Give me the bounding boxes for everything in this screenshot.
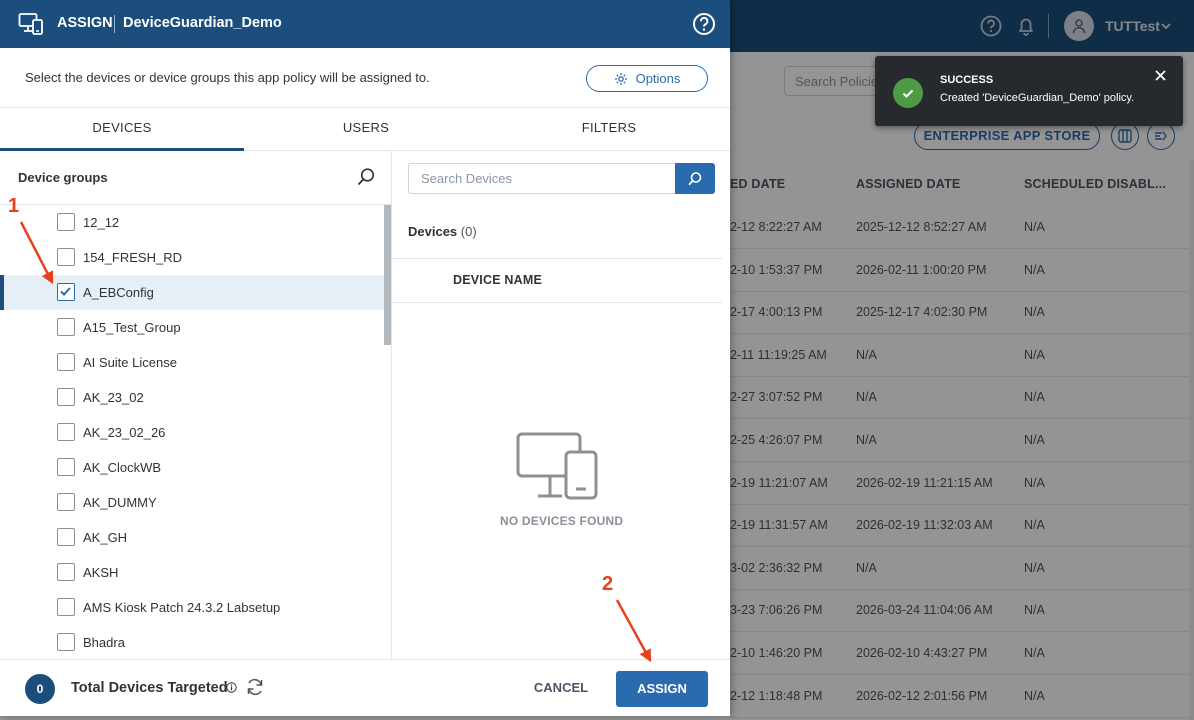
group-label: AK_GH	[83, 530, 128, 545]
list-item[interactable]: AK_DUMMY	[0, 485, 384, 520]
tab-devices[interactable]: DEVICES	[0, 108, 244, 151]
list-item[interactable]: AK_23_02	[0, 380, 384, 415]
search-devices-input[interactable]: Search Devices	[408, 163, 676, 194]
help-icon[interactable]	[692, 12, 716, 36]
group-checkbox[interactable]	[57, 353, 75, 371]
gear-icon	[614, 72, 627, 85]
group-label: AK_ClockWB	[83, 460, 162, 475]
group-checkbox[interactable]	[57, 563, 75, 581]
group-checkbox[interactable]	[57, 248, 75, 266]
options-label: Options	[635, 71, 681, 86]
group-checkbox[interactable]	[57, 633, 75, 651]
total-count-badge: 0	[25, 674, 55, 704]
modal-title: ASSIGN	[57, 15, 113, 31]
group-label: A_EBConfig	[83, 285, 154, 300]
list-item[interactable]: AKSH	[0, 555, 384, 590]
title-separator	[114, 15, 115, 33]
modal-header: ASSIGN DeviceGuardian_Demo	[0, 0, 730, 48]
assign-button[interactable]: ASSIGN	[616, 671, 708, 707]
assign-tabs: DEVICES USERS FILTERS	[0, 107, 730, 151]
info-icon[interactable]	[226, 682, 237, 693]
group-label: 12_12	[83, 215, 120, 230]
toast-close-button[interactable]	[1155, 68, 1166, 86]
group-checkbox[interactable]	[57, 283, 75, 301]
list-item[interactable]: 154_FRESH_RD	[0, 240, 384, 275]
no-devices-icon	[516, 432, 598, 500]
toast-message: Created 'DeviceGuardian_Demo' policy.	[940, 92, 1135, 104]
close-icon	[1155, 70, 1166, 81]
list-item[interactable]: A_EBConfig	[0, 275, 384, 310]
tab-filters[interactable]: FILTERS	[488, 108, 730, 151]
group-label: AK_DUMMY	[83, 495, 157, 510]
search-devices-button[interactable]	[675, 163, 715, 194]
success-icon	[893, 78, 923, 108]
list-item[interactable]: AI Suite License	[0, 345, 384, 380]
annotation-1-label: 1	[8, 195, 20, 217]
total-devices-label: Total Devices Targeted	[71, 680, 228, 696]
group-checkbox[interactable]	[57, 318, 75, 336]
group-checkbox[interactable]	[57, 598, 75, 616]
annotation-2-label: 2	[602, 573, 614, 595]
devices-title: Devices (0)	[408, 224, 477, 239]
group-checkbox[interactable]	[57, 528, 75, 546]
tab-users[interactable]: USERS	[244, 108, 488, 151]
modal-footer: 0 Total Devices Targeted CANCEL ASSIGN	[0, 659, 730, 716]
divider	[392, 302, 722, 303]
groups-scrollbar[interactable]	[384, 205, 391, 345]
list-item[interactable]: Bhadra	[0, 625, 384, 659]
search-icon[interactable]	[356, 167, 376, 187]
group-checkbox[interactable]	[57, 458, 75, 476]
assign-modal: ASSIGN DeviceGuardian_Demo Select the de…	[0, 0, 730, 716]
devices-icon	[18, 13, 43, 35]
group-label: AI Suite License	[83, 355, 177, 370]
search-icon	[688, 171, 702, 185]
column-device-name[interactable]: DEVICE NAME	[453, 273, 542, 287]
list-item[interactable]: AK_23_02_26	[0, 415, 384, 450]
list-item[interactable]: AK_GH	[0, 520, 384, 555]
refresh-icon[interactable]	[245, 677, 265, 697]
group-label: Bhadra	[83, 635, 125, 650]
list-item[interactable]: A15_Test_Group	[0, 310, 384, 345]
devices-label: Devices	[408, 224, 458, 239]
group-label: AK_23_02_26	[83, 425, 166, 440]
page-scrollbar[interactable]	[1189, 160, 1194, 720]
group-checkbox[interactable]	[57, 423, 75, 441]
group-checkbox[interactable]	[57, 213, 75, 231]
list-item[interactable]: AK_ClockWB	[0, 450, 384, 485]
check-icon	[60, 287, 71, 296]
group-label: A15_Test_Group	[83, 320, 181, 335]
group-checkbox[interactable]	[57, 493, 75, 511]
cancel-button[interactable]: CANCEL	[527, 676, 595, 700]
divider	[392, 258, 722, 259]
pane-divider	[391, 151, 392, 659]
options-button[interactable]: Options	[586, 65, 708, 92]
device-groups-title: Device groups	[18, 170, 108, 185]
device-groups-list: 12_12 154_FRESH_RD A_EBConfig A15_Test_Grou…	[0, 205, 384, 659]
group-checkbox[interactable]	[57, 388, 75, 406]
modal-description: Select the devices or device groups this…	[25, 70, 430, 85]
list-item[interactable]: AMS Kiosk Patch 24.3.2 Labsetup	[0, 590, 384, 625]
no-devices-text: NO DEVICES FOUND	[500, 514, 624, 528]
devices-count: (0)	[460, 224, 477, 239]
group-label: AMS Kiosk Patch 24.3.2 Labsetup	[83, 600, 281, 615]
group-label: AK_23_02	[83, 390, 144, 405]
list-item[interactable]: 12_12	[0, 205, 384, 240]
policy-name: DeviceGuardian_Demo	[123, 15, 282, 31]
toast-title: SUCCESS	[940, 74, 994, 86]
group-label: 154_FRESH_RD	[83, 250, 182, 265]
success-toast: SUCCESS Created 'DeviceGuardian_Demo' po…	[875, 56, 1183, 126]
group-label: AKSH	[83, 565, 119, 580]
